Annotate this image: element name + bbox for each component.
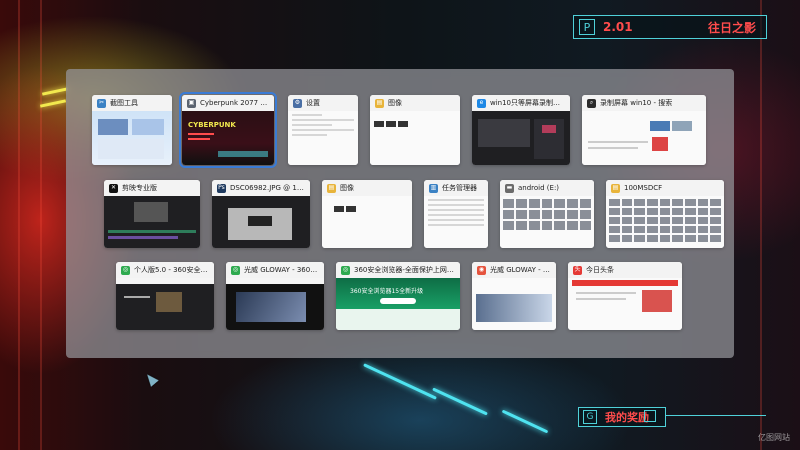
window-title: 图像 bbox=[340, 184, 354, 192]
game-icon: ▣ bbox=[187, 98, 196, 108]
window-thumbnail-images-folder[interactable]: ▤ 图像 bbox=[370, 95, 460, 165]
window-title: 100MSDCF bbox=[624, 184, 663, 192]
snipping-tool-icon: ✂ bbox=[97, 98, 106, 108]
window-title: 今日头条 bbox=[586, 266, 614, 274]
gear-icon: ⚙ bbox=[293, 98, 302, 108]
window-thumbnail-toutiao[interactable]: 头今日头条 bbox=[568, 262, 682, 330]
window-preview bbox=[288, 111, 358, 165]
wallpaper-neon-line bbox=[501, 409, 549, 434]
window-title: 截图工具 bbox=[110, 99, 138, 107]
hud-badge-p: P bbox=[579, 19, 595, 35]
task-view: ✂ 截图工具 ▣ Cyberpunk 2077 (C) 2020... CYBERP… bbox=[66, 69, 734, 358]
window-title: 图像 bbox=[388, 99, 402, 107]
window-title: 录制屏幕 win10 - 搜索 bbox=[600, 99, 673, 107]
hud-title: 往日之影 bbox=[707, 20, 756, 35]
hud-rewards-label: 我的奖励 bbox=[605, 411, 649, 424]
window-thumbnail-task-manager[interactable]: ▥ 任务管理器 bbox=[424, 180, 488, 248]
wallpaper-neon-line bbox=[432, 387, 488, 416]
window-thumbnail-browser-win10[interactable]: e win10只等屏幕录制功能怎么... bbox=[472, 95, 570, 165]
window-preview bbox=[116, 278, 214, 330]
window-title: 个人版5.0 - 360安全浏览器 1... bbox=[134, 266, 209, 274]
window-title: DSC06982.JPG @ 16.7%(RGB... bbox=[230, 184, 305, 192]
window-title: win10只等屏幕录制功能怎么... bbox=[490, 99, 565, 107]
wallpaper-stripe bbox=[760, 0, 762, 450]
window-thumbnail-gloway-360[interactable]: ◎ 光威 GLOWAY - 360安全浏览... bbox=[226, 262, 324, 330]
folder-icon: ▤ bbox=[611, 183, 620, 193]
hud-square-icon bbox=[644, 410, 656, 422]
folder-icon: ▤ bbox=[375, 98, 384, 108]
window-thumbnail-capcut[interactable]: ✕ 剪映专业版 bbox=[104, 180, 200, 248]
window-thumbnail-images-folder-2[interactable]: ▤ 图像 bbox=[322, 180, 412, 248]
hud-version: 2.01 bbox=[603, 20, 633, 34]
window-title: 设置 bbox=[306, 99, 320, 107]
capcut-icon: ✕ bbox=[109, 183, 118, 193]
window-preview bbox=[472, 111, 570, 165]
window-preview bbox=[472, 278, 556, 330]
browser-icon: e bbox=[477, 98, 486, 108]
window-thumbnail-gloway-chrome[interactable]: ◉ 光威 GLOWAY - Googl... bbox=[472, 262, 556, 330]
window-preview bbox=[226, 278, 324, 330]
wallpaper-neon-tick bbox=[41, 87, 69, 96]
cyberpunk-logo: CYBERPUNK bbox=[188, 121, 236, 129]
task-manager-icon: ▥ bbox=[429, 183, 438, 193]
window-thumbnail-photoshop[interactable]: Ps DSC06982.JPG @ 16.7%(RGB... bbox=[212, 180, 310, 248]
window-thumbnail-360-browser-1[interactable]: ◎ 个人版5.0 - 360安全浏览器 1... bbox=[116, 262, 214, 330]
wallpaper-neon-line bbox=[363, 363, 437, 400]
window-preview: CYBERPUNK bbox=[182, 111, 274, 165]
chrome-icon: ◉ bbox=[477, 265, 486, 275]
window-thumbnail-snipping-tool[interactable]: ✂ 截图工具 bbox=[92, 95, 172, 165]
360-browser-icon: ◎ bbox=[231, 265, 240, 275]
window-title: android (E:) bbox=[518, 184, 560, 192]
window-preview bbox=[322, 196, 412, 248]
window-thumbnail-cyberpunk[interactable]: ▣ Cyberpunk 2077 (C) 2020... CYBERPUNK bbox=[179, 92, 277, 168]
window-thumbnail-search[interactable]: ⌕ 录制屏幕 win10 - 搜索 bbox=[582, 95, 706, 165]
window-title: 光威 GLOWAY - Googl... bbox=[490, 266, 551, 274]
photoshop-icon: Ps bbox=[217, 183, 226, 193]
360-browser-icon: ◎ bbox=[341, 265, 350, 275]
wallpaper-neon-tick bbox=[39, 99, 67, 108]
window-title: Cyberpunk 2077 (C) 2020... bbox=[200, 99, 269, 107]
window-thumbnail-360-homepage[interactable]: ◎ 360安全浏览器-全面保护上网安全, 4... 360安全浏览器15全新升级 bbox=[336, 262, 460, 330]
window-thumbnail-settings[interactable]: ⚙ 设置 bbox=[288, 95, 358, 165]
green-banner-text: 360安全浏览器15全新升级 bbox=[350, 288, 424, 295]
window-preview bbox=[500, 196, 594, 248]
window-preview: 360安全浏览器15全新升级 bbox=[336, 278, 460, 330]
window-thumbnail-android-drive[interactable]: ▬ android (E:) bbox=[500, 180, 594, 248]
360-browser-icon: ◎ bbox=[121, 265, 130, 275]
window-title: 光威 GLOWAY - 360安全浏览... bbox=[244, 266, 319, 274]
window-preview bbox=[568, 278, 682, 330]
hud-badge-g: G bbox=[583, 410, 597, 424]
window-preview bbox=[92, 111, 172, 165]
window-preview bbox=[606, 196, 724, 248]
window-preview bbox=[370, 111, 460, 165]
window-preview bbox=[582, 111, 706, 165]
hud-divider bbox=[666, 415, 766, 416]
window-title: 任务管理器 bbox=[442, 184, 477, 192]
search-app-icon: ⌕ bbox=[587, 98, 596, 108]
wallpaper-stripe bbox=[18, 0, 20, 450]
window-preview bbox=[104, 196, 200, 248]
window-title: 360安全浏览器-全面保护上网安全, 4... bbox=[354, 266, 455, 274]
toutiao-icon: 头 bbox=[573, 265, 582, 275]
hud-top-panel: P 2.01 往日之影 bbox=[573, 15, 767, 39]
window-preview bbox=[212, 196, 310, 248]
window-title: 剪映专业版 bbox=[122, 184, 157, 192]
folder-icon: ▤ bbox=[327, 183, 336, 193]
window-thumbnail-100msdcf[interactable]: ▤ 100MSDCF bbox=[606, 180, 724, 248]
drive-icon: ▬ bbox=[505, 183, 514, 193]
window-preview bbox=[424, 196, 488, 248]
watermark: 亿图网站 bbox=[758, 433, 790, 442]
wallpaper-stripe bbox=[40, 0, 42, 450]
